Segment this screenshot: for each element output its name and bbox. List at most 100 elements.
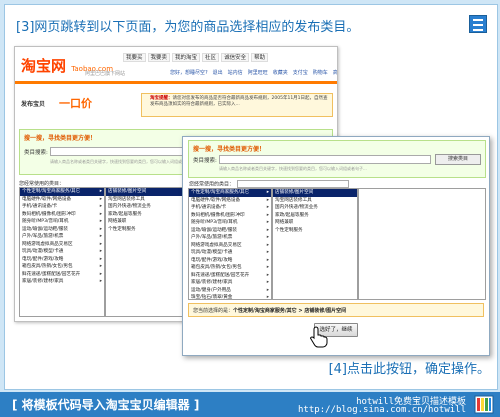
category-item-label: 淘宝网店装修工具 bbox=[275, 197, 312, 203]
category-list-item[interactable]: 玩具/动漫/模型/卡通 ▸ bbox=[20, 248, 104, 256]
category-list-item[interactable]: 网络游戏虚拟商品交易区 ▸ bbox=[20, 241, 104, 249]
category-item-label: 运动/瑜伽/运动鞋/服装 bbox=[22, 226, 68, 232]
category-list-item[interactable]: 家居/装修/建材/家具 ▸ bbox=[20, 278, 104, 286]
category-list-column[interactable]: 个性定制/淘宝商家服务/其它 ▸ 电脑硬件/软件/网络设备 ▸ 手机/通讯设备/卡 ▸ 数码… bbox=[188, 188, 272, 300]
price-mode-label: 一口价 bbox=[59, 97, 92, 110]
sub-nav-link[interactable]: 高级搜索 bbox=[333, 69, 337, 76]
top-nav-item[interactable]: 我的淘宝 bbox=[172, 53, 201, 62]
category-list-column[interactable]: 个性定制/淘宝商家服务/其它 ▸ 电脑硬件/软件/网络设备 ▸ 手机/通讯设备/卡 ▸ 数码… bbox=[19, 187, 105, 317]
sub-nav-link[interactable]: 站内信 bbox=[228, 69, 243, 76]
category-list-item[interactable]: 玩具/动漫/模型/卡通 ▸ bbox=[189, 249, 271, 257]
recent-categories-select[interactable] bbox=[237, 180, 350, 188]
top-nav-item[interactable]: 我要买 bbox=[123, 53, 146, 62]
chevron-right-icon: ▸ bbox=[99, 271, 102, 277]
footer-url[interactable]: http://blog.sina.com.cn/hotwill bbox=[298, 405, 466, 415]
top-nav-item[interactable]: 社区 bbox=[202, 53, 220, 62]
category-list-item[interactable]: 国内外快递/物流业务 bbox=[106, 203, 194, 211]
category-list-item[interactable]: 电脑硬件/软件/网络设备 ▸ bbox=[20, 196, 104, 204]
category-list-item[interactable]: 淘宝网店装修工具 bbox=[273, 197, 357, 205]
chevron-right-icon: ▸ bbox=[266, 190, 269, 195]
chevron-right-icon: ▸ bbox=[266, 227, 269, 233]
category-list-item[interactable]: 淘宝网店装修工具 bbox=[106, 196, 194, 204]
category-list-item[interactable]: 运动/瑜伽/运动鞋/服装 ▸ bbox=[189, 227, 271, 235]
chevron-right-icon: ▸ bbox=[99, 211, 102, 217]
chevron-right-icon: ▸ bbox=[266, 197, 269, 203]
category-search-input[interactable] bbox=[219, 155, 431, 164]
chevron-right-icon: ▸ bbox=[266, 257, 269, 263]
category-list-item[interactable]: 运动/瑜伽/运动鞋/服装 ▸ bbox=[20, 226, 104, 234]
category-item-label: 数码相机/摄像机/图形冲印 bbox=[191, 212, 245, 218]
chevron-right-icon: ▸ bbox=[99, 249, 102, 254]
category-list-item[interactable]: 数码相机/摄像机/图形冲印 ▸ bbox=[189, 212, 271, 220]
category-list-item[interactable]: 运动/健身/户外用品 ▸ bbox=[189, 287, 271, 295]
category-list-item[interactable]: 电玩/配件/游戏/攻略 ▸ bbox=[20, 256, 104, 264]
top-nav-item[interactable]: 我要卖 bbox=[147, 53, 171, 62]
selected-path: 个性定制/淘宝商家服务/其它 > 店铺装修/图片空间 bbox=[233, 308, 347, 314]
chevron-right-icon: ▸ bbox=[99, 189, 102, 194]
category-item-label: 电脑硬件/软件/网络设备 bbox=[191, 197, 241, 203]
search-label: 类目搜索: bbox=[193, 158, 217, 164]
category-list-item[interactable]: 网络游戏虚拟商品交易区 ▸ bbox=[189, 242, 271, 250]
category-list-column-empty[interactable] bbox=[358, 188, 486, 300]
category-list-item[interactable]: 家居/装修/建材/家具 ▸ bbox=[189, 279, 271, 287]
category-list-item[interactable]: 手机/通讯设备/卡 ▸ bbox=[189, 204, 271, 212]
category-list-item[interactable]: 个性定制服务 bbox=[273, 227, 357, 235]
category-list-item[interactable]: 国内外快递/物流业务 bbox=[273, 204, 357, 212]
category-list-item[interactable]: 随身听/MP3/音响/耳机 ▸ bbox=[189, 219, 271, 227]
category-list-item[interactable]: 手机/通讯设备/卡 ▸ bbox=[20, 203, 104, 211]
category-item-label: 家居/装修/建材/家具 bbox=[22, 279, 64, 284]
search-hint: 请输入商品名称或者类目关键字，快速找到您要的类目，您可以输入词组或者句子... bbox=[219, 166, 367, 171]
category-item-label: 网络游戏虚拟商品交易区 bbox=[191, 242, 242, 248]
sub-nav-link[interactable]: 收藏夹 bbox=[273, 69, 288, 76]
category-list-item[interactable]: 电脑硬件/软件/网络设备 ▸ bbox=[189, 197, 271, 205]
sub-nav-link[interactable]: 支付宝 bbox=[293, 69, 308, 76]
category-item-label: 店铺装修/图片空间 bbox=[108, 189, 147, 194]
category-list-item[interactable]: 珠宝/钻石/翡翠/黄金 ▸ bbox=[189, 294, 271, 299]
category-list-item[interactable]: 数码相机/摄像机/图形冲印 ▸ bbox=[20, 211, 104, 219]
category-list-item[interactable]: 家政/起居等服务 bbox=[273, 212, 357, 220]
top-nav-item[interactable]: 帮助 bbox=[251, 53, 269, 62]
search-heading: 搜一搜，寻找类目更方便！ bbox=[193, 146, 266, 153]
top-nav: 我要买 我要卖 我的淘宝 社区 诚信安全 帮助 bbox=[123, 53, 269, 62]
category-list-item[interactable]: 个性定制服务 bbox=[106, 226, 194, 234]
top-nav-item[interactable]: 诚信安全 bbox=[221, 53, 250, 62]
category-list-item[interactable]: 随身听/MP3/音响/耳机 ▸ bbox=[20, 218, 104, 226]
category-list-item[interactable]: 电玩/配件/游戏/攻略 ▸ bbox=[189, 257, 271, 265]
category-list-item[interactable]: 户外/军品/旅游/机票 ▸ bbox=[189, 234, 271, 242]
category-item-label: 户外/军品/旅游/机票 bbox=[191, 235, 233, 240]
category-list-item[interactable]: 个性定制/淘宝商家服务/其它 ▸ bbox=[20, 188, 104, 196]
category-list-column[interactable]: 店铺装修/图片空间 淘宝网店装修工具 国内外快递/物流业务 家政/起居等服务 网络兼职个… bbox=[272, 188, 358, 300]
sub-nav-link[interactable]: 购物车 bbox=[313, 69, 328, 76]
category-item-label: 店铺装修/图片空间 bbox=[275, 190, 314, 195]
category-list-item[interactable]: 店铺装修/图片空间 bbox=[106, 188, 194, 196]
colorful-logo-icon bbox=[474, 395, 494, 414]
selected-category-bar: 您当前选择的是：个性定制/淘宝商家服务/其它 > 店铺装修/图片空间 bbox=[188, 303, 484, 317]
category-list-item[interactable]: 个性定制/淘宝商家服务/其它 ▸ bbox=[189, 189, 271, 197]
category-search-box: 搜一搜，寻找类目更方便！ 类目搜索: 搜索类目 请输入商品名称或者类目关键字，快… bbox=[188, 140, 486, 178]
chevron-right-icon: ▸ bbox=[266, 250, 269, 255]
sub-nav: 您好，想睡尽空? 退出站内信阿里旺旺收藏夹支付宝购物车 高级搜索 bbox=[170, 69, 337, 76]
chevron-right-icon: ▸ bbox=[266, 265, 269, 270]
category-list-item[interactable]: 家政/起居等服务 bbox=[106, 211, 194, 219]
category-list-item[interactable]: 户外/军品/旅游/机票 ▸ bbox=[20, 233, 104, 241]
notice-title: 淘宝提醒： bbox=[150, 96, 173, 101]
chevron-right-icon: ▸ bbox=[99, 241, 102, 247]
category-item-label: 网络游戏虚拟商品交易区 bbox=[22, 241, 73, 247]
category-list-item[interactable]: 鲜花速递/蛋糕配送/园艺花卉 ▸ bbox=[20, 271, 104, 279]
recent-categories-label: 您经常使用的类目： bbox=[19, 181, 65, 187]
search-hint: 请输入商品名称或者类目关键字，快速找到您要的类目，您可以输入词组或者句子... bbox=[50, 159, 198, 164]
category-item-label: 网络兼职 bbox=[108, 219, 127, 224]
sub-nav-link[interactable]: 您好，想睡尽空? bbox=[170, 69, 208, 76]
chevron-right-icon: ▸ bbox=[99, 226, 102, 232]
category-list-item[interactable]: 鲜花速递/蛋糕配送/园艺花卉 ▸ bbox=[189, 272, 271, 280]
sub-nav-link[interactable]: 阿里旺旺 bbox=[248, 69, 268, 76]
category-list-item[interactable]: 网络兼职 bbox=[106, 218, 194, 226]
category-list-item[interactable]: 网络兼职 bbox=[273, 219, 357, 227]
category-list-item[interactable]: 箱包皮具/热销/女包/男包 ▸ bbox=[189, 264, 271, 272]
menu-icon bbox=[469, 15, 487, 33]
category-list-item[interactable]: 店铺装修/图片空间 bbox=[273, 189, 357, 197]
search-label: 类目搜索: bbox=[24, 150, 48, 156]
sub-nav-link[interactable]: 退出 bbox=[213, 69, 223, 76]
category-list-item[interactable]: 箱包皮具/热销/女包/男包 ▸ bbox=[20, 263, 104, 271]
search-category-button[interactable]: 搜索类目 bbox=[435, 154, 481, 165]
